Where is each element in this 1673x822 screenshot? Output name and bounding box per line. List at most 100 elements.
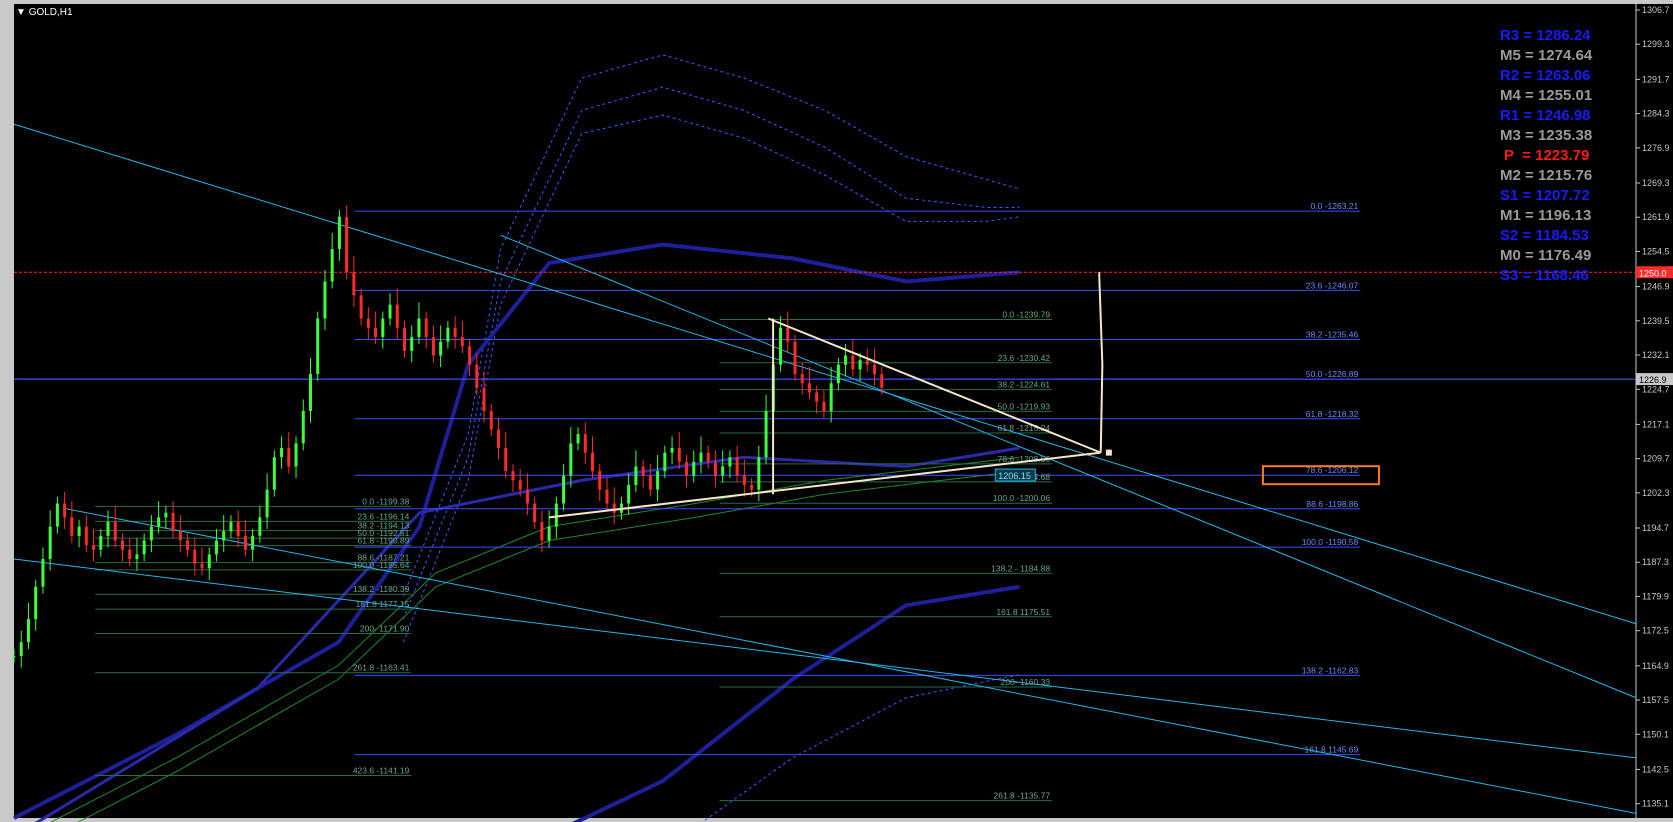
candle-body: [77, 526, 81, 536]
price-chart[interactable]: 1306.7 1299.3 1291.7 1284.3 1276.9 1269.3 1261…: [0, 0, 1673, 822]
y-tick-label: 1172.5: [1642, 626, 1669, 636]
fib-level-label: 0.0 -1263.21: [1311, 201, 1359, 211]
candle-body: [41, 559, 45, 587]
candle-body: [308, 374, 312, 411]
pivot-panel: R3 = 1286.24 M5 = 1274.64 R2 = 1263.06 M4 =…: [1500, 26, 1630, 286]
candle-body: [164, 512, 168, 518]
candle-body: [374, 327, 378, 337]
candle-body: [63, 503, 67, 518]
y-tick-label: 1157.5: [1642, 695, 1669, 705]
pivot-value: 1176.49: [1537, 247, 1592, 264]
candle-body: [554, 503, 558, 527]
pivot-row-m0: M0 = 1176.49: [1500, 246, 1630, 266]
candle-body: [251, 535, 255, 550]
candle-body: [605, 489, 609, 504]
candle-body: [591, 452, 595, 472]
pivot-value: 1223.79: [1535, 147, 1590, 164]
candle-body: [142, 540, 146, 555]
candle-body: [157, 517, 161, 527]
fib-level-label: 61.8 -1218.32: [1306, 409, 1359, 419]
fib-level-label: 261.8 -1163.41: [353, 663, 410, 673]
y-tick-label: 1164.9: [1642, 661, 1669, 671]
y-tick-label: 1224.7: [1642, 384, 1670, 394]
pivot-equals: =: [1518, 227, 1536, 244]
pivot-equals: =: [1518, 147, 1536, 164]
fib-level-label: 0.0 -1239.79: [1002, 309, 1050, 319]
candle-body: [12, 656, 16, 658]
pivot-value: 1286.24: [1536, 27, 1591, 44]
candle-body: [99, 535, 103, 550]
pivot-value: 1274.64: [1537, 47, 1593, 64]
candle-body: [569, 443, 573, 476]
candle-body: [359, 295, 363, 319]
candle-body: [677, 448, 681, 462]
pivot-label: M2: [1500, 167, 1521, 184]
pivot-equals: =: [1520, 127, 1538, 144]
candle-body: [214, 540, 218, 555]
pivot-equals: =: [1520, 47, 1538, 64]
pivot-value: 1168.46: [1535, 267, 1589, 284]
candle-body: [272, 457, 276, 490]
candle-body: [316, 318, 320, 374]
candle-body: [807, 383, 811, 393]
candle-body: [482, 387, 486, 411]
y-tick-label: 1187.3: [1642, 557, 1669, 567]
candle-body: [598, 471, 602, 490]
candle-body: [533, 503, 537, 522]
y-tick-label: 1291.7: [1642, 74, 1670, 84]
pivot-row-r1: R1 = 1246.98: [1500, 106, 1630, 126]
candle-body: [171, 512, 175, 532]
candle-body: [670, 448, 674, 453]
candle-body: [402, 327, 406, 351]
candle-body: [294, 443, 298, 467]
dropdown-arrow-icon[interactable]: ▼: [16, 7, 26, 18]
candle-body: [836, 364, 840, 384]
current-price-label: 1226.9: [1639, 375, 1667, 385]
pivot-row-p: P = 1223.79: [1500, 146, 1630, 166]
candle-body: [757, 457, 761, 490]
candle-body: [186, 540, 190, 550]
pivot-value: 1207.72: [1535, 187, 1590, 204]
candle-body: [656, 471, 660, 490]
pivot-row-s2: S2 = 1184.53: [1500, 226, 1630, 246]
pivot-value: 1184.53: [1535, 227, 1589, 244]
candle-body: [19, 642, 23, 657]
candle-body: [497, 429, 501, 448]
pivot-value: 1196.13: [1537, 207, 1592, 224]
fib-level-label: 261.8 -1135.77: [994, 791, 1051, 801]
candle-body: [844, 355, 848, 365]
pivot-label: S3: [1500, 267, 1519, 284]
pivot-label: R3: [1500, 27, 1520, 44]
candle-body: [721, 466, 725, 476]
pivot-value: 1263.06: [1536, 67, 1591, 84]
y-tick-label: 1276.9: [1642, 143, 1670, 153]
candle-body: [525, 489, 529, 504]
pivot-label: M5: [1500, 47, 1521, 64]
candle-body: [92, 545, 96, 550]
candle-body: [504, 448, 508, 472]
candle-body: [706, 452, 710, 462]
candle-body: [301, 411, 305, 444]
y-tick-label: 1135.1: [1642, 799, 1669, 809]
fib-level-label: 100.0 -1190.58: [1302, 537, 1359, 547]
candle-body: [424, 318, 428, 337]
y-tick-label: 1299.3: [1642, 39, 1670, 49]
candle-body: [793, 341, 797, 374]
pivot-row-m3: M3 = 1235.38: [1500, 126, 1630, 146]
pivot-equals: =: [1519, 67, 1537, 84]
symbol-title: ▼ GOLD,H1: [16, 7, 73, 18]
candle-body: [822, 401, 826, 411]
candle-body: [699, 452, 703, 462]
pivot-label: M1: [1500, 207, 1521, 224]
candle-body: [337, 216, 341, 250]
candle-body: [388, 304, 392, 319]
candle-body: [663, 452, 667, 472]
candle-body: [258, 517, 262, 536]
fib-level-label: 61.8 -1190.89: [358, 536, 410, 546]
fib-level-label: 423.6 -1141.19: [353, 765, 410, 775]
pivot-equals: =: [1519, 107, 1537, 124]
candle-body: [395, 304, 399, 328]
pivot-equals: =: [1520, 247, 1538, 264]
candle-body: [489, 411, 493, 430]
fib-level-label: 50.0 -1226.89: [1306, 369, 1359, 379]
